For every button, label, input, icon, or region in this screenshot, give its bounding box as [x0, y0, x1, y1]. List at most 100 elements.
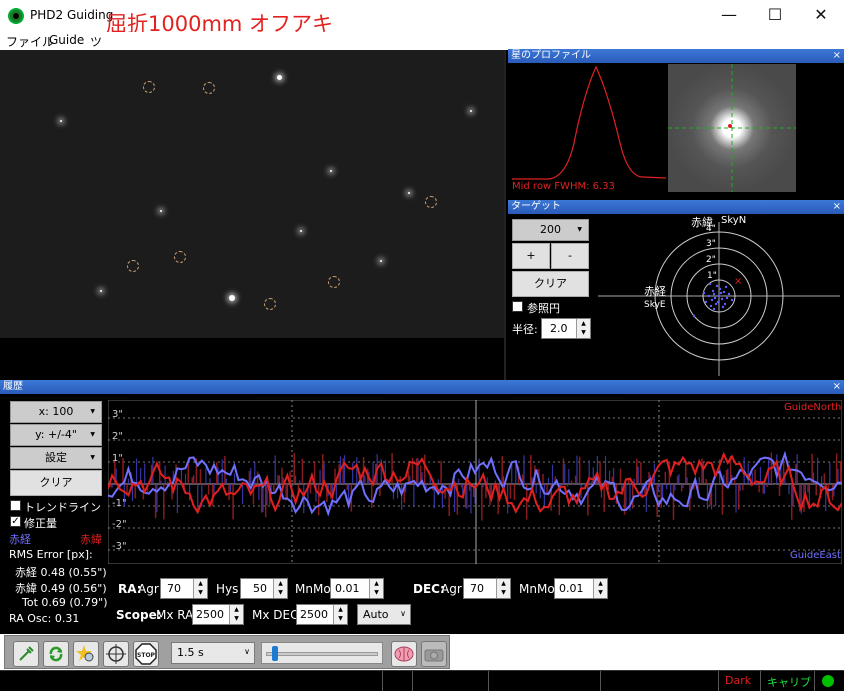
mxdec-spinner[interactable]: 2500 ▲ ▼	[296, 604, 348, 625]
ra-correction-bar	[160, 480, 162, 484]
maximize-button[interactable]: ☐	[752, 0, 798, 32]
dec-agr-label: Agr	[441, 582, 462, 596]
dec-correction-bar	[277, 475, 279, 484]
dark-status: Dark	[725, 674, 752, 687]
corrections-checkbox[interactable]: ✓	[10, 516, 21, 527]
mxdec-label: Mx DEC	[252, 608, 299, 622]
guide-history-chart: 3" 2" 1" -1" -2" -3" GuideNorth GuideEas…	[108, 400, 842, 564]
menu-tools[interactable]: ツ	[90, 33, 102, 50]
ring-label: 4"	[706, 224, 716, 234]
dec-correction-bar	[562, 458, 565, 484]
target-plot: ×	[598, 222, 840, 376]
close-button[interactable]: ✕	[798, 0, 844, 32]
ra-agr-spinner[interactable]: 70 ▲ ▼	[160, 578, 208, 599]
trendline-checkbox[interactable]	[10, 500, 21, 511]
loop-icon	[49, 646, 63, 662]
target-panel-close-icon[interactable]: ×	[833, 200, 841, 214]
spin-arrows-icon[interactable]: ▲ ▼	[229, 605, 243, 624]
zoom-dropdown[interactable]: 200	[512, 219, 589, 241]
stop-sign-icon: STOP	[135, 643, 157, 665]
ra-correction-bar	[364, 475, 366, 484]
svg-text:×: ×	[734, 276, 742, 287]
history-panel-close-icon[interactable]: ×	[833, 380, 841, 394]
zoom-in-button[interactable]: +	[512, 243, 550, 269]
star-marker	[203, 82, 215, 94]
mxra-spinner[interactable]: 2500 ▲ ▼	[192, 604, 244, 625]
history-panel-header: 履歴 ×	[0, 380, 844, 394]
phd2-window: PHD2 Guiding 屈折1000mm オフアキ — ☐ ✕ ファイル Gu…	[0, 0, 844, 691]
radius-spinner[interactable]: 2.0 ▲ ▼	[541, 318, 591, 339]
star	[300, 230, 302, 232]
ra-correction-bar	[250, 468, 252, 484]
scope-label: Scope:	[116, 608, 162, 622]
ra-correction-bar	[502, 476, 505, 484]
dec-correction-bar	[762, 484, 764, 494]
settings-dropdown[interactable]: 設定	[10, 447, 102, 469]
dec-correction-bar	[428, 483, 430, 484]
axis-ra-label: 赤経	[644, 285, 666, 298]
profile-panel-close-icon[interactable]: ×	[833, 49, 841, 63]
ra-correction-bar	[686, 477, 688, 484]
ra-correction-bar	[698, 477, 700, 484]
history-clear-button[interactable]: クリア	[10, 470, 102, 496]
ra-agr-value: 70	[167, 582, 181, 595]
y-label: -1"	[112, 498, 127, 509]
ra-mnmo-spinner[interactable]: 0.01 ▲ ▼	[330, 578, 384, 599]
ra-correction-bar	[727, 468, 729, 484]
ra-correction-bar	[604, 455, 607, 484]
y-scale-dropdown[interactable]: y: +/-4"	[10, 424, 102, 446]
minimize-button[interactable]: —	[706, 0, 752, 32]
zoom-out-button[interactable]: -	[551, 243, 589, 269]
dec-correction-bar	[199, 469, 202, 484]
loop-button[interactable]	[43, 641, 69, 667]
gamma-slider[interactable]	[261, 642, 383, 664]
ra-correction-bar	[266, 484, 268, 506]
dec-correction-bar	[342, 458, 344, 484]
camera-view[interactable]	[0, 50, 506, 380]
spin-arrows-icon[interactable]: ▲ ▼	[273, 579, 287, 598]
dec-correction-bar	[509, 484, 512, 499]
dec-correction-bar	[578, 456, 581, 484]
history-panel-title: 履歴	[3, 381, 23, 392]
star	[60, 120, 62, 122]
ring-label: 2"	[706, 255, 716, 265]
mxra-value: 2500	[196, 608, 224, 621]
dec-correction-bar	[236, 483, 238, 484]
ra-correction-bar	[193, 475, 195, 484]
hys-spinner[interactable]: 50 ▲ ▼	[240, 578, 288, 599]
ra-correction-bar	[666, 484, 668, 490]
dec-correction-bar	[530, 454, 532, 484]
menu-guide[interactable]: Guide	[49, 33, 84, 47]
spin-arrows-icon[interactable]: ▲ ▼	[496, 579, 510, 598]
spin-arrows-icon[interactable]: ▲ ▼	[193, 579, 207, 598]
dec-mode-select[interactable]: Auto ∨	[357, 604, 411, 625]
rms-title: RMS Error [px]:	[9, 548, 93, 561]
camera-settings-button[interactable]	[421, 641, 447, 667]
status-separator	[412, 671, 413, 691]
dec-agr-spinner[interactable]: 70 ▲ ▼	[463, 578, 511, 599]
hys-label: Hys	[216, 582, 239, 596]
dec-mnmo-spinner[interactable]: 0.01 ▲ ▼	[554, 578, 608, 599]
dec-correction-bar	[786, 482, 789, 484]
reference-circle-checkbox[interactable]	[512, 301, 523, 312]
stop-button[interactable]: STOP	[133, 641, 159, 667]
menu-file[interactable]: ファイル	[6, 33, 54, 50]
history-controls: x: 100 y: +/-4" 設定 クリア トレンドライン ✓ 修正量 赤経 …	[0, 394, 108, 630]
auto-select-star-button[interactable]	[73, 641, 99, 667]
exposure-select[interactable]: 1.5 s ∨	[171, 642, 255, 664]
star	[160, 210, 162, 212]
spin-arrows-icon[interactable]: ▲ ▼	[593, 579, 607, 598]
spin-arrows-icon[interactable]: ▲ ▼	[576, 319, 590, 338]
target-clear-button[interactable]: クリア	[512, 271, 589, 297]
spin-arrows-icon[interactable]: ▲ ▼	[369, 579, 383, 598]
slider-thumb[interactable]	[272, 646, 278, 661]
x-scale-dropdown[interactable]: x: 100	[10, 401, 102, 423]
dec-agr-value: 70	[470, 582, 484, 595]
dec-correction-bar	[795, 464, 797, 484]
connect-gear-button[interactable]	[13, 641, 39, 667]
brain-button[interactable]	[391, 641, 417, 667]
spin-arrows-icon[interactable]: ▲ ▼	[333, 605, 347, 624]
guide-button[interactable]	[103, 641, 129, 667]
rms-ra: 赤経 0.48 (0.55")	[15, 566, 107, 579]
ra-correction-bar	[592, 467, 594, 484]
